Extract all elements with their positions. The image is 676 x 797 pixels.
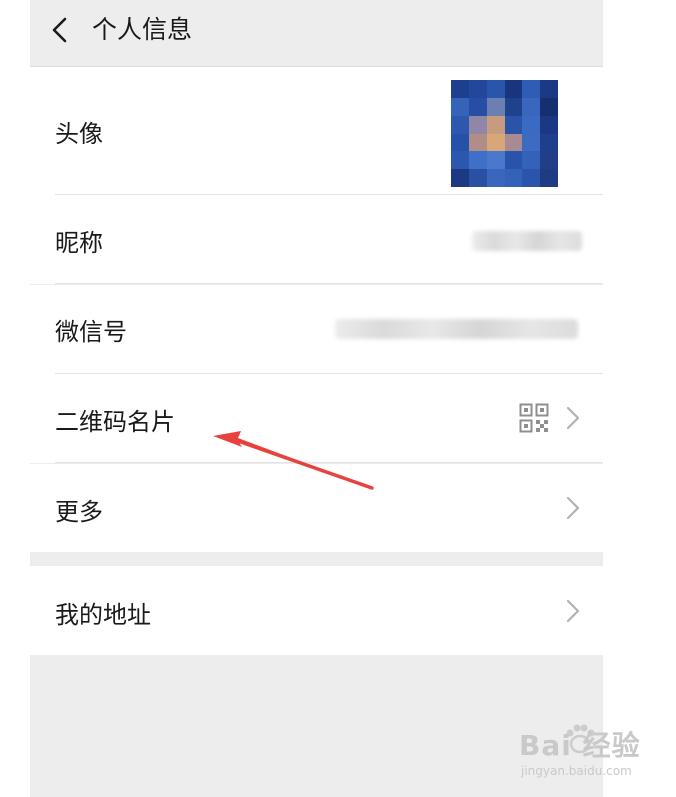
phone-screen: 个人信息 头像 昵称 微信号 二维码名片 更多 我的地址 (30, 0, 603, 797)
section-gap (30, 552, 603, 566)
address-row[interactable]: 我的地址 (30, 566, 603, 655)
page-title: 个人信息 (92, 15, 193, 44)
chevron-right-icon (565, 494, 581, 522)
top-bar: 个人信息 (30, 0, 603, 67)
wechat-id-row[interactable]: 微信号 (30, 285, 603, 374)
nickname-label: 昵称 (55, 229, 103, 257)
chevron-right-icon (565, 597, 581, 625)
wechat-id-value-blurred (335, 319, 578, 339)
avatar-row[interactable]: 头像 (30, 67, 603, 195)
divider (55, 283, 603, 284)
chevron-left-icon (52, 17, 67, 43)
watermark-url: jingyan.baidu.com (521, 764, 632, 778)
more-row[interactable]: 更多 (30, 464, 603, 552)
nickname-value-blurred (472, 231, 582, 251)
avatar (451, 80, 558, 187)
avatar-label: 头像 (55, 120, 103, 148)
qr-card-label: 二维码名片 (55, 408, 175, 436)
qr-code-icon (519, 403, 549, 433)
address-label: 我的地址 (55, 601, 151, 629)
divider (55, 462, 603, 463)
wechat-id-label: 微信号 (55, 318, 127, 346)
back-button[interactable] (44, 13, 78, 47)
watermark-brand: Bai 经验 (519, 729, 641, 762)
watermark-logo: Bai 经验 jingyan.baidu.com (519, 720, 669, 790)
more-label: 更多 (55, 498, 103, 526)
nickname-row[interactable]: 昵称 (30, 195, 603, 284)
chevron-right-icon (565, 404, 581, 432)
qr-card-row[interactable]: 二维码名片 (30, 374, 603, 463)
